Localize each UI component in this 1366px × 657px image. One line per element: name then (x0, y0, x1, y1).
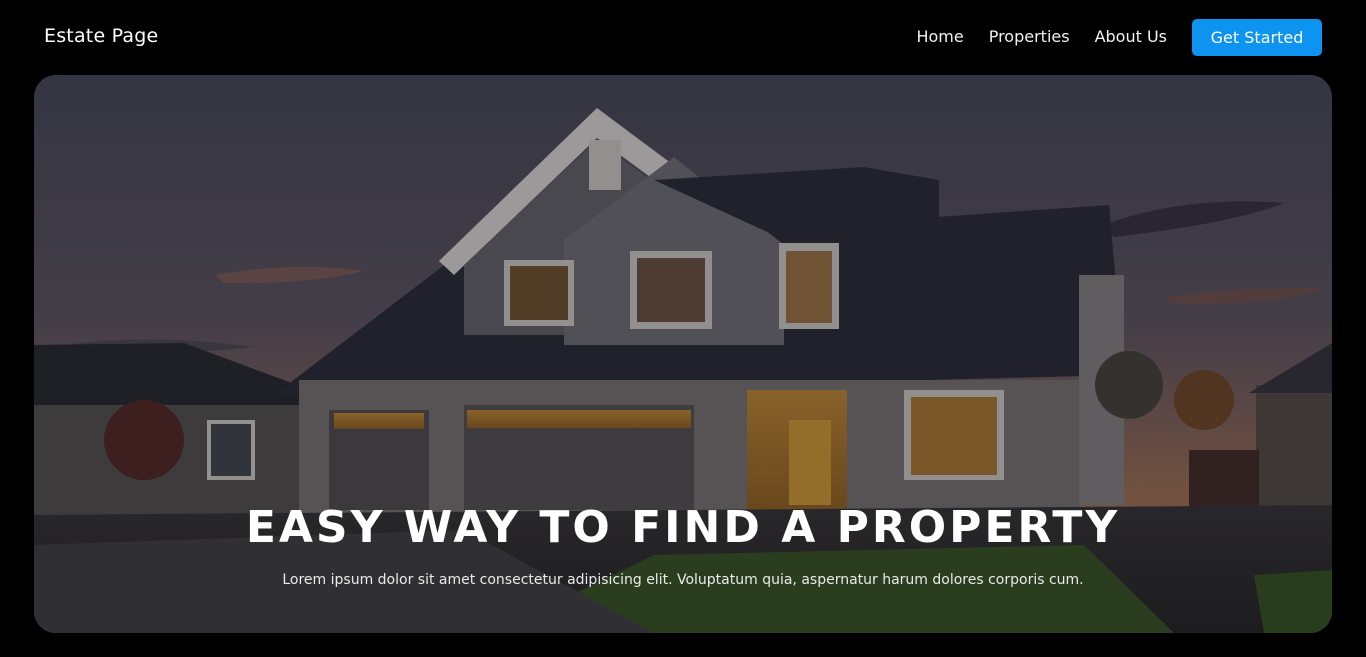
hero-subtitle: Lorem ipsum dolor sit amet consectetur a… (282, 572, 1084, 588)
hero-section: EASY WAY TO FIND A PROPERTY Lorem ipsum … (34, 75, 1332, 633)
nav-link-properties[interactable]: Properties (989, 27, 1070, 46)
nav-link-about-us[interactable]: About Us (1095, 27, 1167, 46)
brand-logo-text[interactable]: Estate Page (44, 25, 158, 47)
nav-link-home[interactable]: Home (916, 27, 963, 46)
hero-title: EASY WAY TO FIND A PROPERTY (245, 502, 1121, 553)
top-navbar: Estate Page Home Properties About Us Get… (0, 0, 1366, 75)
nav-links: Home Properties About Us (916, 27, 1167, 46)
get-started-button[interactable]: Get Started (1192, 19, 1322, 56)
